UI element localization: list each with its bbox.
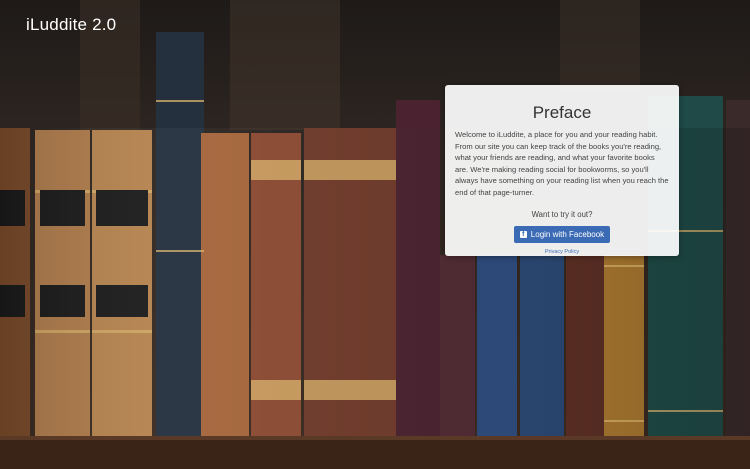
- login-button-label: Login with Facebook: [530, 229, 605, 239]
- preface-card: Preface Welcome to iLuddite, a place for…: [445, 85, 679, 256]
- intro-text: Welcome to iLuddite, a place for you and…: [455, 130, 669, 197]
- facebook-icon: f: [519, 230, 527, 238]
- privacy-policy-link[interactable]: Privacy Policy: [455, 249, 669, 255]
- card-title: Preface: [532, 103, 592, 122]
- login-facebook-button[interactable]: f Login with Facebook: [513, 225, 611, 243]
- brand-title[interactable]: iLuddite 2.0: [26, 15, 116, 35]
- cta-text: Want to try it out?: [531, 209, 593, 219]
